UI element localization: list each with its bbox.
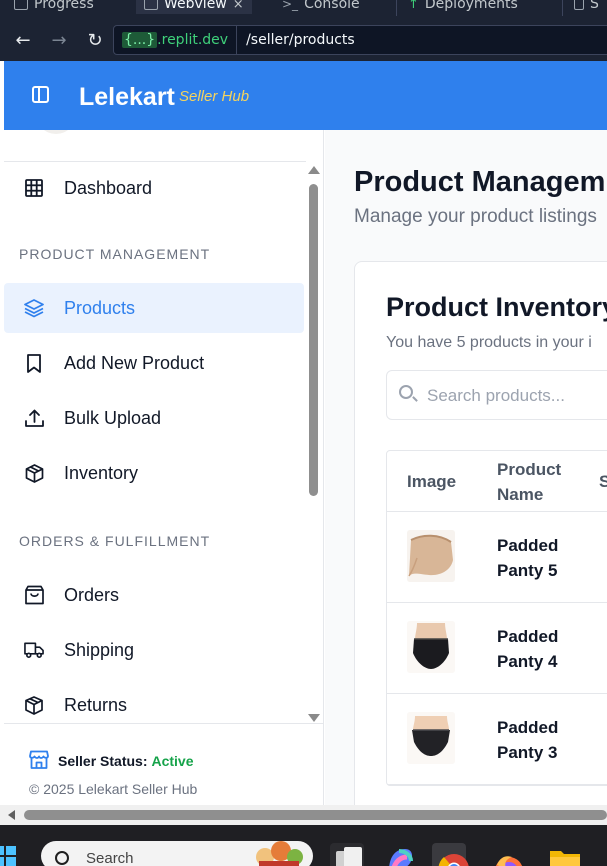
product-name[interactable]: Padded Panty 5 bbox=[497, 533, 577, 583]
package-icon bbox=[24, 463, 44, 483]
sidebar-item-bulk-upload[interactable]: Bulk Upload bbox=[4, 393, 304, 443]
main-content: Product Managem Manage your product list… bbox=[325, 130, 607, 805]
shopping-bag-icon bbox=[24, 585, 44, 605]
firefox-icon[interactable] bbox=[492, 843, 526, 866]
product-search bbox=[386, 370, 607, 420]
arrow-left-icon: ← bbox=[15, 30, 31, 51]
product-thumbnail bbox=[407, 530, 455, 582]
page-horizontal-scrollbar[interactable] bbox=[0, 805, 607, 825]
table-row[interactable]: Padded Panty 4 bbox=[387, 603, 607, 694]
chrome-icon[interactable] bbox=[432, 843, 469, 866]
taskbar-search[interactable]: Search bbox=[41, 841, 313, 866]
product-name[interactable]: Padded Panty 3 bbox=[497, 715, 577, 765]
column-image[interactable]: Image bbox=[407, 469, 456, 494]
box-return-icon bbox=[24, 695, 44, 715]
windows-start-icon[interactable] bbox=[0, 846, 16, 866]
truck-icon bbox=[24, 640, 44, 660]
os-taskbar: Search bbox=[0, 825, 607, 866]
sidebar-item-inventory[interactable]: Inventory bbox=[4, 448, 304, 498]
ide-tab-strip: Progress Webview × >_ Console ↑ Deployme… bbox=[0, 0, 607, 20]
url-path: /seller/products bbox=[246, 32, 355, 48]
sidebar-item-shipping[interactable]: Shipping bbox=[4, 625, 304, 675]
sidebar: Dashboard PRODUCT MANAGEMENT Products Ad… bbox=[4, 130, 324, 805]
column-s[interactable]: S bbox=[599, 469, 607, 494]
sidebar-scrollbar[interactable] bbox=[306, 162, 320, 722]
sidebar-scroll-thumb[interactable] bbox=[309, 184, 318, 496]
reload-icon: ↻ bbox=[87, 30, 103, 51]
upload-icon bbox=[24, 408, 44, 428]
search-icon bbox=[399, 385, 413, 399]
grid-icon bbox=[24, 178, 44, 198]
forward-button[interactable]: → bbox=[41, 21, 77, 61]
tab-extra[interactable]: S bbox=[574, 0, 599, 14]
tab-console[interactable]: >_ Console bbox=[282, 0, 360, 14]
horizontal-scroll-thumb[interactable] bbox=[24, 810, 607, 820]
search-icon bbox=[55, 851, 69, 865]
monitor-icon bbox=[144, 0, 158, 10]
tab-progress[interactable]: Progress bbox=[14, 0, 94, 14]
sidebar-footer: Seller Status: Active © 2025 Lelekart Se… bbox=[4, 723, 323, 805]
sidebar-item-dashboard[interactable]: Dashboard bbox=[4, 163, 304, 213]
task-view-icon[interactable] bbox=[330, 843, 364, 866]
scroll-up-icon[interactable] bbox=[308, 166, 320, 174]
deploy-icon: ↑ bbox=[408, 0, 419, 12]
sidebar-toggle-icon[interactable] bbox=[32, 86, 49, 103]
reload-button[interactable]: ↻ bbox=[77, 21, 113, 61]
address-bar: ← → ↻ {...} .replit.dev /seller/products bbox=[0, 20, 607, 61]
app-header: Lelekart Seller Hub bbox=[4, 61, 607, 130]
section-orders-fulfillment: ORDERS & FULFILLMENT bbox=[19, 533, 211, 549]
products-table: Image Product Name S Padded Panty 5 bbox=[386, 450, 607, 786]
progress-icon bbox=[14, 0, 28, 10]
arrow-right-icon: → bbox=[51, 30, 67, 51]
status-badge: Active bbox=[151, 753, 194, 769]
brand-logo[interactable]: Lelekart bbox=[79, 83, 175, 112]
terminal-icon: >_ bbox=[282, 0, 299, 11]
sidebar-item-products[interactable]: Products bbox=[4, 283, 304, 333]
table-row[interactable]: Padded Panty 5 bbox=[387, 512, 607, 603]
copilot-icon[interactable] bbox=[383, 843, 417, 866]
sidebar-item-orders[interactable]: Orders bbox=[4, 570, 304, 620]
page-subtitle: Manage your product listings bbox=[354, 206, 597, 227]
bookmark-icon bbox=[24, 353, 44, 373]
layers-icon bbox=[24, 298, 44, 318]
tab-deployments[interactable]: ↑ Deployments bbox=[408, 0, 518, 14]
product-thumbnail bbox=[407, 621, 455, 673]
avatar bbox=[36, 130, 76, 134]
scroll-left-icon[interactable] bbox=[8, 810, 15, 820]
seller-status: Seller Status: Active bbox=[29, 750, 194, 772]
column-product-name[interactable]: Product Name bbox=[497, 457, 577, 507]
inventory-card: Product Inventory You have 5 products in… bbox=[354, 261, 607, 805]
url-field[interactable]: {...} .replit.dev /seller/products bbox=[113, 25, 607, 55]
product-thumbnail bbox=[407, 712, 455, 764]
file-explorer-icon[interactable] bbox=[548, 843, 582, 866]
copyright: © 2025 Lelekart Seller Hub bbox=[29, 781, 198, 797]
back-button[interactable]: ← bbox=[5, 21, 41, 61]
section-product-management: PRODUCT MANAGEMENT bbox=[19, 246, 211, 262]
search-highlight-illustration-icon bbox=[256, 841, 303, 866]
scroll-down-icon[interactable] bbox=[308, 714, 320, 722]
close-icon[interactable]: × bbox=[233, 0, 244, 12]
table-row[interactable]: Padded Panty 3 bbox=[387, 694, 607, 785]
page-title: Product Managem bbox=[354, 166, 606, 198]
product-name[interactable]: Padded Panty 4 bbox=[497, 624, 577, 674]
search-input[interactable] bbox=[427, 383, 607, 409]
card-subtitle: You have 5 products in your i bbox=[386, 334, 592, 351]
file-icon bbox=[574, 0, 584, 10]
store-icon bbox=[29, 750, 49, 772]
tab-webview[interactable]: Webview × bbox=[136, 0, 252, 14]
sidebar-item-add-new-product[interactable]: Add New Product bbox=[4, 338, 304, 388]
brand-subtitle: Seller Hub bbox=[179, 88, 250, 105]
url-host: {...} .replit.dev bbox=[114, 26, 238, 54]
card-title: Product Inventory bbox=[386, 292, 607, 322]
table-header: Image Product Name S bbox=[387, 451, 607, 512]
